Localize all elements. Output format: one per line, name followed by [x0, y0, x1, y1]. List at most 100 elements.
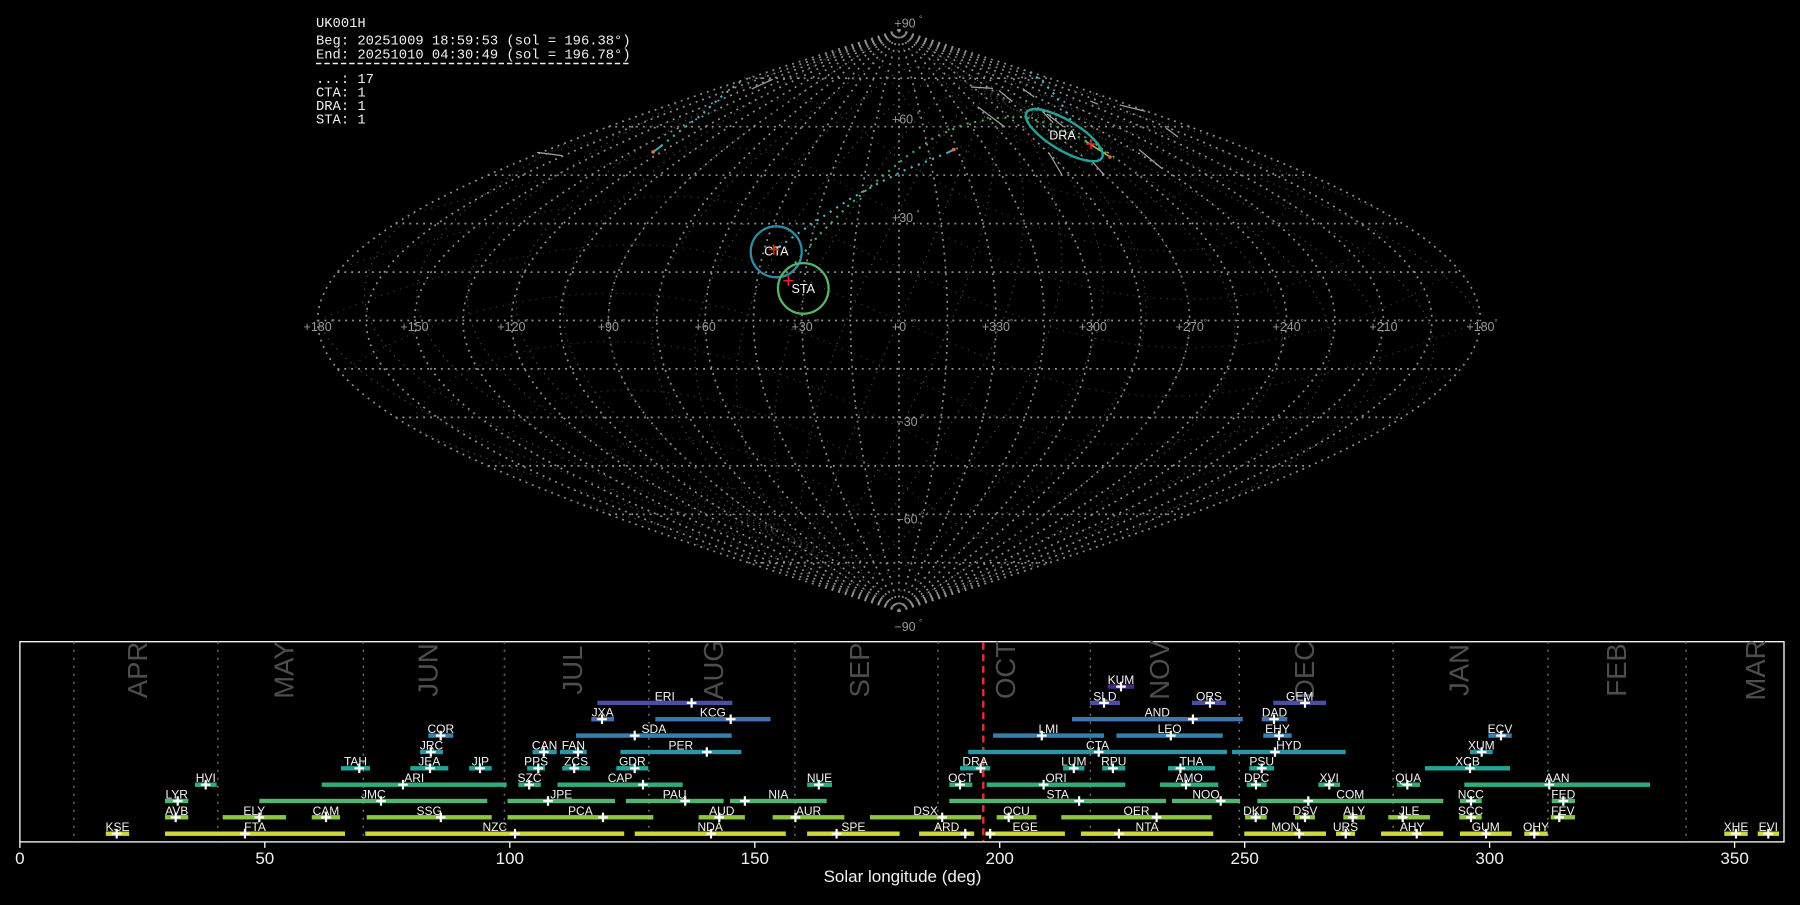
- svg-text:°: °: [622, 318, 625, 327]
- svg-text:SLD: SLD: [1093, 689, 1117, 703]
- svg-text:SDA: SDA: [642, 722, 667, 736]
- svg-text:NZC: NZC: [482, 820, 507, 834]
- svg-text:MAY: MAY: [268, 641, 299, 699]
- svg-text:FED: FED: [1551, 787, 1575, 801]
- svg-text:OHY: OHY: [1523, 820, 1549, 834]
- svg-text:JIP: JIP: [472, 755, 489, 769]
- svg-text:OER: OER: [1123, 804, 1149, 818]
- svg-text:50: 50: [255, 849, 274, 868]
- svg-text:300: 300: [1475, 849, 1503, 868]
- svg-text:PSU: PSU: [1249, 755, 1274, 769]
- svg-text:GEM: GEM: [1286, 689, 1313, 703]
- svg-text:ORI: ORI: [1045, 771, 1066, 785]
- svg-text:AND: AND: [1145, 706, 1171, 720]
- svg-text:+150: +150: [400, 320, 428, 334]
- svg-text:CTA: CTA: [1086, 738, 1109, 752]
- svg-text:°: °: [429, 318, 432, 327]
- svg-text:XVI: XVI: [1320, 771, 1339, 785]
- svg-text:°: °: [332, 318, 335, 327]
- svg-text:UK001H: UK001H: [316, 17, 366, 32]
- svg-text:JMC: JMC: [361, 787, 386, 801]
- svg-text:+30: +30: [791, 320, 812, 334]
- svg-text:NCC: NCC: [1458, 787, 1484, 801]
- svg-text:JXA: JXA: [592, 706, 614, 720]
- svg-text:JAN: JAN: [1444, 644, 1475, 696]
- svg-text:FTA: FTA: [244, 820, 266, 834]
- svg-text:ARD: ARD: [934, 820, 960, 834]
- svg-text:°: °: [921, 413, 924, 422]
- svg-text:NDA: NDA: [698, 820, 723, 834]
- svg-text:+270: +270: [1176, 320, 1204, 334]
- svg-text:°: °: [1301, 318, 1304, 327]
- svg-text:JEA: JEA: [418, 755, 440, 769]
- svg-text:HVI: HVI: [196, 771, 216, 785]
- svg-text:STA: STA: [1046, 787, 1068, 801]
- svg-text:COM: COM: [1336, 787, 1364, 801]
- svg-text:KSE: KSE: [105, 820, 129, 834]
- svg-text:°: °: [921, 511, 924, 520]
- svg-text:ZCS: ZCS: [564, 755, 588, 769]
- svg-text:AMO: AMO: [1176, 771, 1203, 785]
- svg-text:ORS: ORS: [1196, 689, 1222, 703]
- svg-text:LEO: LEO: [1158, 722, 1182, 736]
- svg-text:ALY: ALY: [1343, 804, 1365, 818]
- svg-text:DRA: DRA: [1049, 128, 1076, 142]
- svg-text:+60: +60: [695, 320, 716, 334]
- svg-text:LMI: LMI: [1038, 722, 1058, 736]
- svg-text:+180: +180: [304, 320, 332, 334]
- svg-text:AUG: AUG: [698, 640, 729, 700]
- svg-text:150: 150: [741, 849, 769, 868]
- svg-text:°: °: [1107, 318, 1110, 327]
- svg-text:DPC: DPC: [1244, 771, 1270, 785]
- svg-text:AVB: AVB: [165, 804, 188, 818]
- svg-text:350: 350: [1720, 849, 1748, 868]
- svg-text:OCT: OCT: [948, 771, 974, 785]
- svg-text:+60: +60: [892, 113, 913, 127]
- svg-text:NOV: NOV: [1144, 640, 1175, 700]
- svg-text:°: °: [719, 318, 722, 327]
- svg-text:EVI: EVI: [1759, 820, 1778, 834]
- svg-text:COR: COR: [427, 722, 454, 736]
- svg-text:AAN: AAN: [1545, 771, 1570, 785]
- svg-text:+240: +240: [1273, 320, 1301, 334]
- svg-text:PAU: PAU: [663, 787, 687, 801]
- svg-text:SPE: SPE: [841, 820, 865, 834]
- svg-text:OCT: OCT: [990, 641, 1021, 699]
- svg-text:CAP: CAP: [608, 771, 633, 785]
- svg-text:°: °: [1010, 318, 1013, 327]
- svg-text:°: °: [917, 209, 920, 218]
- svg-text:250: 250: [1231, 849, 1259, 868]
- svg-text:KUM: KUM: [1108, 673, 1135, 687]
- svg-text:°: °: [816, 318, 819, 327]
- svg-text:PER: PER: [668, 738, 693, 752]
- svg-text:SSG: SSG: [417, 804, 442, 818]
- svg-text:DAD: DAD: [1262, 706, 1288, 720]
- svg-text:PCA: PCA: [568, 804, 593, 818]
- svg-text:0: 0: [15, 849, 24, 868]
- svg-text:°: °: [919, 15, 922, 24]
- svg-text:HYD: HYD: [1276, 738, 1302, 752]
- svg-text:FEB: FEB: [1601, 643, 1632, 696]
- svg-text:−60: −60: [896, 513, 917, 527]
- svg-text:SEP: SEP: [844, 642, 875, 697]
- svg-text:GUM: GUM: [1472, 820, 1500, 834]
- svg-text:ERI: ERI: [655, 689, 675, 703]
- svg-text:SZC: SZC: [518, 771, 542, 785]
- svg-text:JLE: JLE: [1399, 804, 1420, 818]
- svg-text:DSV: DSV: [1293, 804, 1318, 818]
- svg-text:URS: URS: [1333, 820, 1358, 834]
- svg-text:−30: −30: [896, 415, 917, 429]
- svg-text:GDR: GDR: [619, 755, 646, 769]
- svg-text:XUM: XUM: [1468, 738, 1495, 752]
- svg-text:+120: +120: [497, 320, 525, 334]
- svg-text:AHY: AHY: [1400, 820, 1425, 834]
- svg-text:FAN: FAN: [562, 738, 585, 752]
- svg-text:NUE: NUE: [807, 771, 832, 785]
- svg-text:ARI: ARI: [404, 771, 424, 785]
- svg-text:°: °: [913, 318, 916, 327]
- svg-text:EGE: EGE: [1013, 820, 1038, 834]
- svg-text:DSX: DSX: [913, 804, 938, 818]
- svg-text:MON: MON: [1271, 820, 1299, 834]
- svg-text:DKD: DKD: [1243, 804, 1269, 818]
- svg-text:+330: +330: [982, 320, 1010, 334]
